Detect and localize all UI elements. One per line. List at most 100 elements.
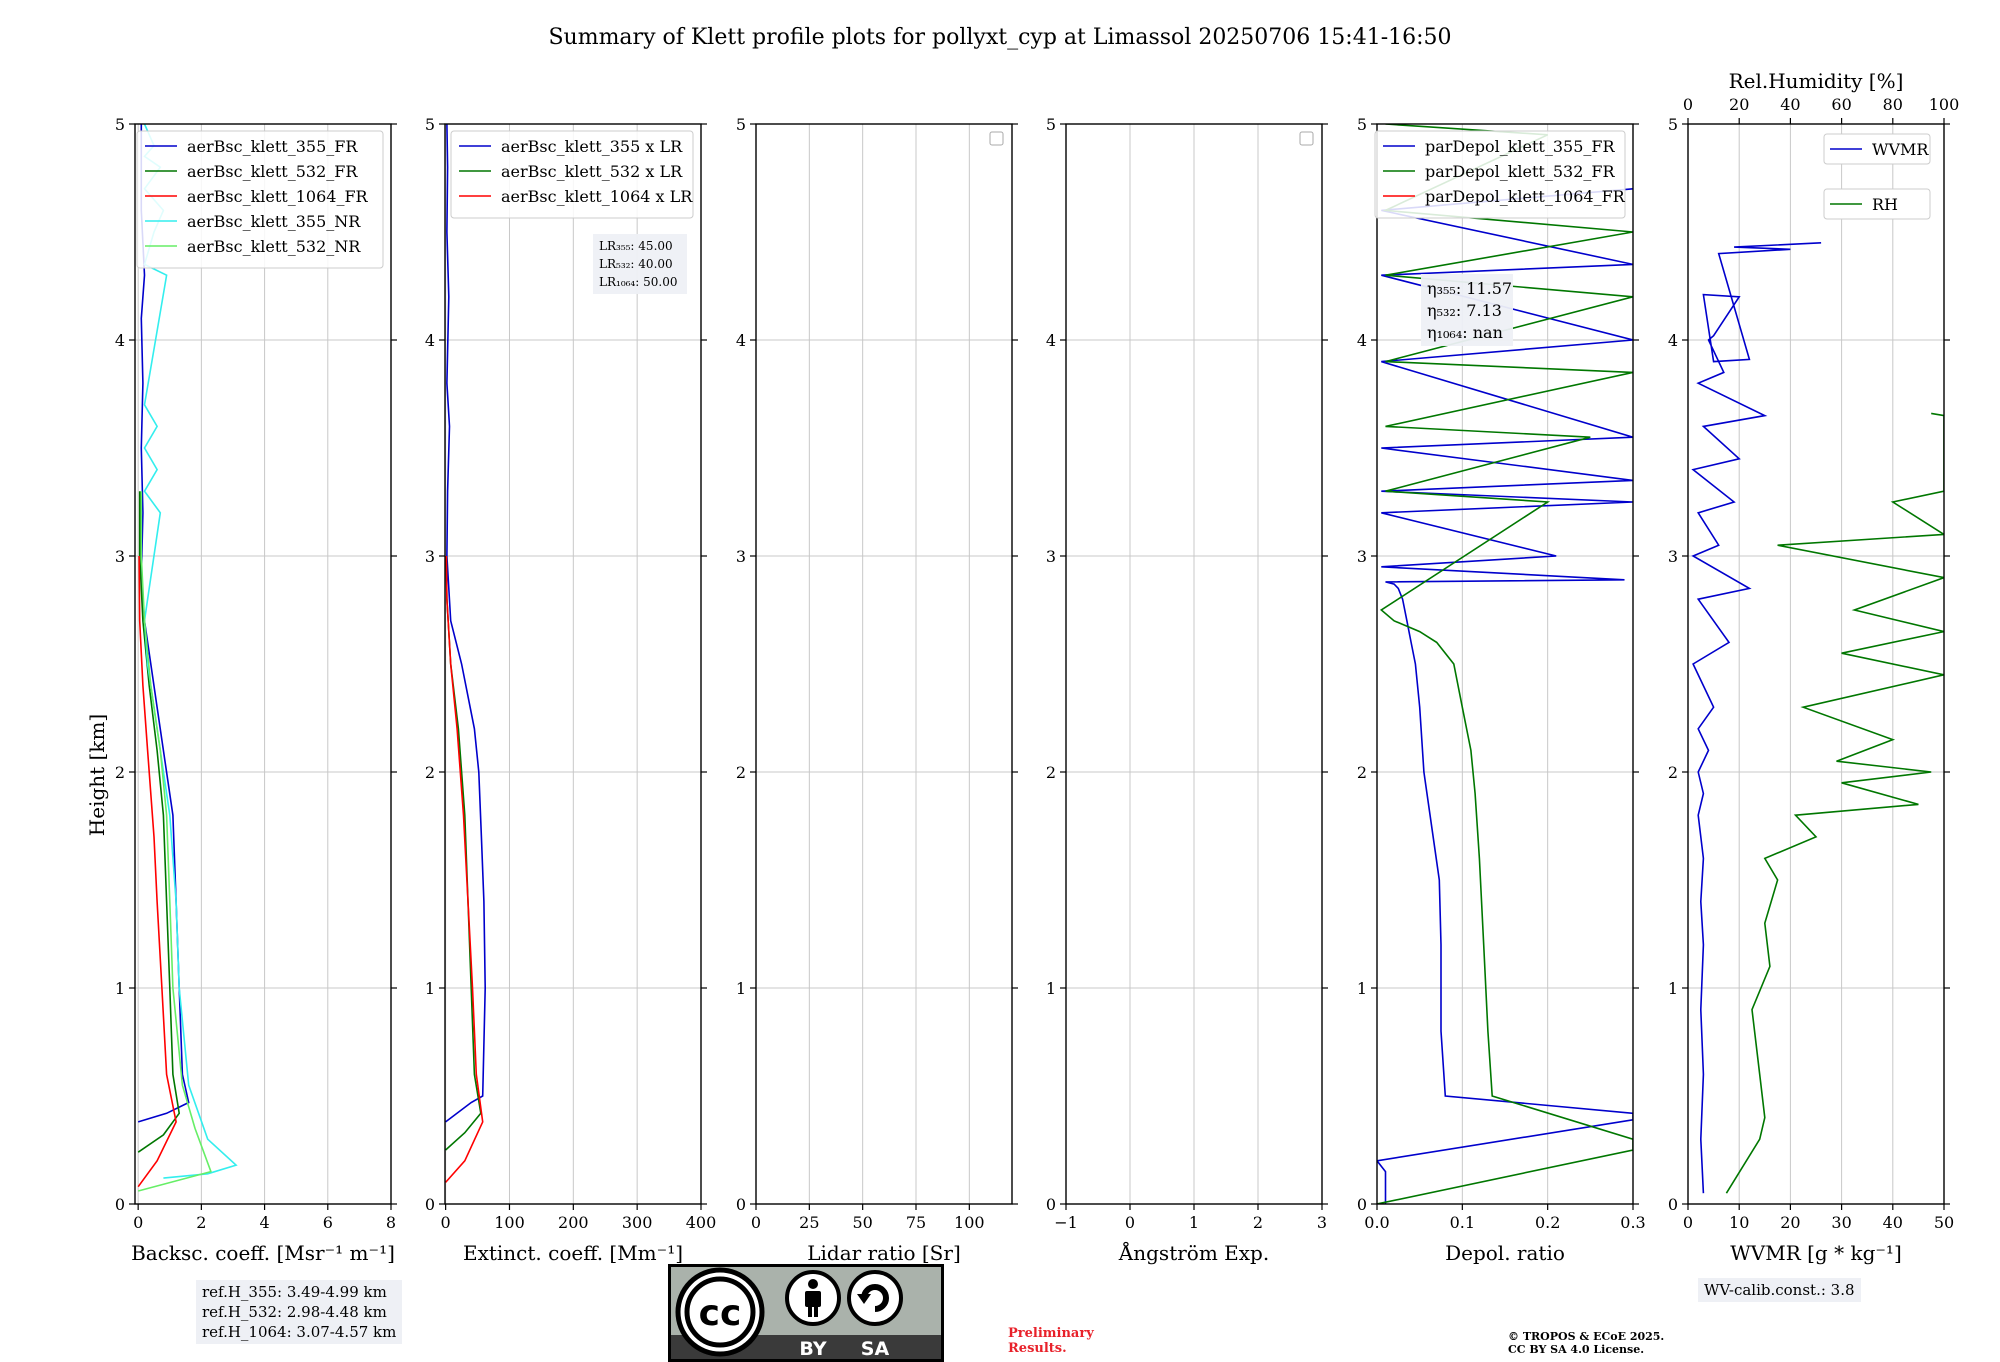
- y-tick-label: 0: [1357, 1195, 1367, 1214]
- panel-extinction: 0 100 200 300 400 0 1 2 3 4 5 Extinct. coeff. [Mm⁻¹…: [425, 115, 716, 1265]
- x-tick-label: 0: [441, 1213, 451, 1232]
- attribution-icon: [785, 1270, 841, 1326]
- y-tick-label: 2: [1046, 763, 1056, 782]
- ref-heights-box: ref.H_355: 3.49-4.99 km ref.H_532: 2.98-4…: [196, 1280, 403, 1344]
- y-tick-label: 0: [115, 1195, 125, 1214]
- x-tick-label: 0: [1125, 1213, 1135, 1232]
- x-tick-label: 25: [799, 1213, 819, 1232]
- x-tick-label: 0: [133, 1213, 143, 1232]
- x-tick-label: 20: [1780, 1213, 1800, 1232]
- wv-calib-box: WV-calib.const.: 3.8: [1698, 1278, 1861, 1302]
- y-tick-label: 1: [115, 979, 125, 998]
- x-tick-label: 75: [906, 1213, 926, 1232]
- y-axis-label: Height [km]: [85, 714, 109, 836]
- y-tick-label: 0: [736, 1195, 746, 1214]
- x-tick-label: 100: [954, 1213, 985, 1232]
- y-tick-label: 3: [1046, 547, 1056, 566]
- y-tick-label: 4: [1357, 331, 1367, 350]
- annotation-label: LR₅₃₂: 40.00: [599, 257, 673, 271]
- x-tick-label: 4: [259, 1213, 269, 1232]
- y-tick-label: 1: [1357, 979, 1367, 998]
- x2-tick-label: 0: [1683, 95, 1693, 114]
- legend-label: aerBsc_klett_1064_FR: [187, 187, 369, 206]
- figure-title: Summary of Klett profile plots for polly…: [548, 25, 1451, 50]
- preliminary-line2: Results.: [1008, 1341, 1067, 1356]
- legend-empty-box: [989, 131, 1004, 146]
- x-tick-label: −1: [1054, 1213, 1078, 1232]
- series-line-aerBsc_klett_355_NR: [143, 124, 238, 1179]
- cc-logo-text: cc: [699, 1293, 742, 1334]
- y-tick-label: 5: [1046, 115, 1056, 134]
- y-tick-label: 4: [1668, 331, 1678, 350]
- figure: Summary of Klett profile plots for polly…: [85, 25, 1959, 1265]
- x-tick-label: 0: [1683, 1213, 1693, 1232]
- x-tick-label: 0.2: [1535, 1213, 1560, 1232]
- y-tick-label: 2: [425, 763, 435, 782]
- x-tick-label: 0.1: [1450, 1213, 1475, 1232]
- copyright-line2: CC BY SA 4.0 License.: [1508, 1343, 1645, 1356]
- legend-label: parDepol_klett_1064_FR: [1425, 187, 1626, 206]
- panel-depolarization: 0.0 0.1 0.2 0.3 0 1 2 3 4 5 Depol. ratio parDepol_k…: [1357, 115, 1646, 1265]
- legend-label: aerBsc_klett_1064 x LR: [501, 187, 693, 206]
- y-tick-label: 1: [425, 979, 435, 998]
- annotation-label: LR₃₅₅: 45.00: [599, 239, 673, 253]
- plot-frame: [1687, 123, 1945, 1205]
- series-line-aerBsc_klett_355 x LR: [445, 124, 487, 1123]
- legend-label: aerBsc_klett_532_FR: [187, 162, 358, 181]
- x-axis-label: Depol. ratio: [1445, 1241, 1565, 1265]
- x-axis-label: Extinct. coeff. [Mm⁻¹]: [463, 1241, 683, 1265]
- y-tick-label: 5: [425, 115, 435, 134]
- x-tick-label: 2: [196, 1213, 206, 1232]
- x-tick-label: 40: [1883, 1213, 1903, 1232]
- ref-height-532: ref.H_532: 2.98-4.48 km: [202, 1303, 387, 1321]
- wv-calib-text: WV-calib.const.: 3.8: [1704, 1281, 1855, 1299]
- x2-tick-label: 100: [1929, 95, 1960, 114]
- y-tick-label: 4: [736, 331, 746, 350]
- panels-group: 0 2 4 6 80 1 2 3 4 5 Backsc. coeff. [Msr⁻¹ m⁻¹] aer…: [115, 69, 1959, 1265]
- sa-label: SA: [861, 1338, 890, 1360]
- y-tick-label: 4: [1046, 331, 1056, 350]
- y-tick-label: 5: [1357, 115, 1367, 134]
- panel-angstrom: −1 0 1 2 3012345Ångström Exp.: [1046, 115, 1328, 1265]
- panel-water-vapor: 0 10 20 30 40 50 0 1 2 3 4 5 WVMR [g * kg⁻¹] 0 20 40 60 8…: [1668, 69, 1959, 1265]
- cc-by-sa-badge: cc BY SA: [668, 1264, 944, 1362]
- y-tick-label: 4: [425, 331, 435, 350]
- y-tick-label: 0: [1668, 1195, 1678, 1214]
- x-axis-label: Backsc. coeff. [Msr⁻¹ m⁻¹]: [131, 1241, 395, 1265]
- legend-label: aerBsc_klett_355_FR: [187, 137, 358, 156]
- y-tick-label: 3: [1668, 547, 1678, 566]
- x-tick-label: 6: [323, 1213, 333, 1232]
- annotation-label: η₅₃₂: 7.13: [1427, 301, 1502, 320]
- y-tick-label: 5: [115, 115, 125, 134]
- x-tick-label: 50: [1934, 1213, 1954, 1232]
- y-tick-label: 1: [1046, 979, 1056, 998]
- legend-label: WVMR: [1872, 140, 1929, 159]
- plot-frame: [755, 123, 1013, 1205]
- y-tick-label: 3: [736, 547, 746, 566]
- annotation-label: LR₁₀₆₄: 50.00: [599, 275, 677, 289]
- legend-label: aerBsc_klett_355 x LR: [501, 137, 683, 156]
- x-tick-label: 10: [1729, 1213, 1749, 1232]
- legend-empty-box: [1299, 131, 1314, 146]
- legend-label: RH: [1872, 195, 1898, 214]
- y-tick-label: 3: [425, 547, 435, 566]
- x-tick-label: 300: [622, 1213, 653, 1232]
- x-tick-label: 0.3: [1620, 1213, 1645, 1232]
- legend-label: aerBsc_klett_532 x LR: [501, 162, 683, 181]
- copyright-line1: © TROPOS & ECoE 2025.: [1508, 1330, 1665, 1343]
- x-tick-label: 0.0: [1364, 1213, 1389, 1232]
- plot-frame: [134, 123, 392, 1205]
- x-tick-label: 3: [1317, 1213, 1327, 1232]
- x2-tick-label: 80: [1883, 95, 1903, 114]
- annotation-label: η₁₀₆₄: nan: [1427, 323, 1503, 342]
- y-tick-label: 5: [736, 115, 746, 134]
- y-tick-label: 4: [115, 331, 125, 350]
- panel-backscatter: 0 2 4 6 8 0 1 2 3 4 5 Backsc. coeff. [Msr⁻¹ m⁻¹] aer…: [115, 115, 397, 1265]
- series-line-aerBsc_klett_1064_FR: [137, 555, 177, 1188]
- y-tick-label: 2: [736, 763, 746, 782]
- by-label: BY: [799, 1338, 826, 1360]
- y-tick-label: 3: [115, 547, 125, 566]
- y-tick-label: 3: [1357, 547, 1367, 566]
- x-tick-label: 1: [1189, 1213, 1199, 1232]
- x2-tick-label: 20: [1729, 95, 1749, 114]
